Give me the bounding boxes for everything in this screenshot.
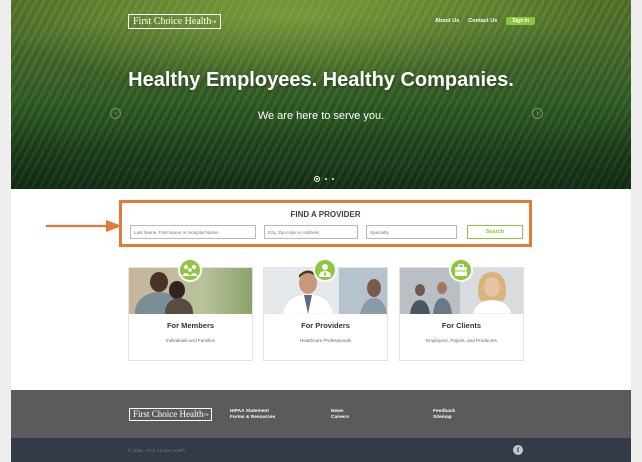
facebook-icon[interactable]: f xyxy=(513,445,523,455)
footer-column-1: HIPAA Statement Forms & Resources xyxy=(230,409,275,420)
footer-column-3: Feedback Sitemap xyxy=(433,409,455,420)
carousel-dot-1[interactable] xyxy=(314,176,320,182)
card-clients-desc: Employers, Payors, and Producers xyxy=(426,338,497,343)
bottom-bar: © 2018 - First Choice Health f xyxy=(11,438,631,462)
footer-link-forms[interactable]: Forms & Resources xyxy=(230,415,275,420)
family-icon xyxy=(178,258,202,282)
top-nav: About Us Contact Us Sign In xyxy=(435,17,535,25)
location-input[interactable] xyxy=(264,225,358,239)
find-provider-title: FIND A PROVIDER xyxy=(290,210,361,219)
page: First Choice Health™ About Us Contact Us… xyxy=(11,0,631,462)
find-provider-box: FIND A PROVIDER Search xyxy=(119,200,532,247)
copyright-text: © 2018 - First Choice Health xyxy=(128,448,185,453)
card-for-providers[interactable]: For Providers Healthcare Professionals xyxy=(263,258,388,361)
footer-logo-trademark: ™ xyxy=(203,414,209,419)
footer-link-sitemap[interactable]: Sitemap xyxy=(433,415,455,420)
card-for-members[interactable]: For Members Individuals and Families xyxy=(128,258,253,361)
logo-text: First Choice Health xyxy=(133,16,212,27)
logo-trademark: ™ xyxy=(211,21,217,26)
footer-column-2: News Careers xyxy=(331,409,349,420)
footer-link-hipaa[interactable]: HIPAA Statement xyxy=(230,409,275,414)
nav-contact-us[interactable]: Contact Us xyxy=(468,18,497,24)
card-clients-title: For Clients xyxy=(441,321,482,330)
nav-about-us[interactable]: About Us xyxy=(435,18,459,24)
sign-in-button[interactable]: Sign In xyxy=(506,17,535,25)
briefcase-icon xyxy=(449,258,473,282)
annotation-arrow-icon xyxy=(46,220,122,232)
specialty-input[interactable] xyxy=(366,225,457,239)
carousel-dots xyxy=(314,176,334,182)
card-providers-desc: Healthcare Professionals xyxy=(299,338,352,343)
footer-logo-text: First Choice Health xyxy=(133,409,204,419)
carousel-dot-2[interactable] xyxy=(325,178,327,180)
card-members-desc: Individuals and Families xyxy=(165,338,216,343)
hero-subtitle: We are here to serve you. xyxy=(257,110,385,122)
footer-link-feedback[interactable]: Feedback xyxy=(433,409,455,414)
footer-link-news[interactable]: News xyxy=(331,409,349,414)
site-logo[interactable]: First Choice Health™ xyxy=(128,14,222,29)
hero-title: Healthy Employees. Healthy Companies. xyxy=(128,69,514,91)
footer-link-careers[interactable]: Careers xyxy=(331,415,349,420)
provider-name-input[interactable] xyxy=(130,225,256,239)
footer: First Choice Health™ HIPAA Statement For… xyxy=(11,390,631,438)
hero-banner: First Choice Health™ About Us Contact Us… xyxy=(11,0,631,189)
search-button[interactable]: Search xyxy=(467,225,523,239)
doctor-icon xyxy=(313,258,337,282)
carousel-dot-3[interactable] xyxy=(332,178,334,180)
footer-logo[interactable]: First Choice Health™ xyxy=(129,408,213,421)
card-for-clients[interactable]: For Clients Employers, Payors, and Produ… xyxy=(399,258,524,361)
card-members-title: For Members xyxy=(166,321,215,330)
card-providers-title: For Providers xyxy=(301,321,350,330)
